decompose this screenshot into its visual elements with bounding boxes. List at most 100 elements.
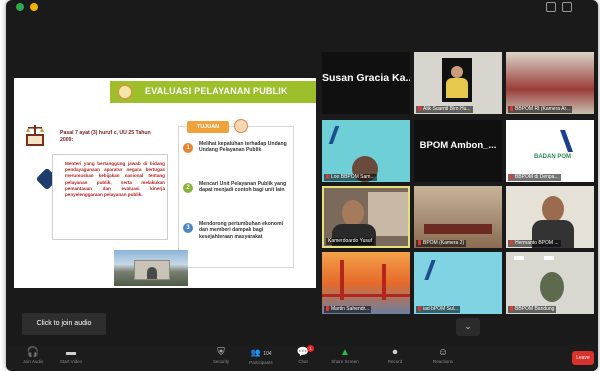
security-button[interactable]: ⛨ Security [204,347,238,371]
building-photo [114,250,188,286]
reactions-label: Reactions [432,359,453,364]
fullscreen-icon[interactable] [562,2,572,12]
share-screen-icon: ▲ [340,347,350,358]
participant-name: iad bPOM Sul... [416,306,461,313]
participant-name-text: Martin Sahendr... [331,306,370,312]
participant-name-text: BBPOM RI (Kamera Ar... [515,106,571,112]
chevron-down-icon[interactable]: ⌄ [456,318,480,336]
join-audio-label: Join Audio [22,359,44,364]
start-video-label: Start Video [59,359,83,364]
participant-name: Loo BBPOM Sam... [324,174,377,181]
tujuan-number: 3 [183,223,193,233]
participant-tile[interactable]: Loo BBPOM Sam... [322,120,410,182]
mic-muted-icon [418,240,421,246]
chat-label: Chat [298,359,308,364]
participant-tile[interactable]: BPOM (Kamera 2) [414,186,502,248]
participant-name-text: Hermanto BPOM ... [515,240,559,246]
tujuan-box: TUJUAN 1 Melihat kepatuhan terhadap Unda… [178,119,294,268]
participants-count: 104 [263,351,272,357]
participant-tile[interactable]: BBPOM RI (Kamera Ar... [506,52,594,114]
tujuan-number: 2 [183,183,193,193]
join-audio-popup[interactable]: Click to join audio [22,313,106,335]
participant-name-text: Kamerdoardo Yusuf [328,238,373,244]
shield-icon: ⛨ [217,347,225,358]
tujuan-text: Mendorong pertumbuhan ekonomi dan member… [199,221,284,240]
tujuan-label: TUJUAN [187,121,229,133]
lightbulb-icon [234,119,248,133]
mic-muted-icon [510,106,513,112]
headphones-icon: 🎧 [26,347,40,358]
participant-name-text: Alik Suarnti Biro Hu... [423,106,471,112]
mic-muted-icon [418,306,421,312]
slide-title: EVALUASI PELAYANAN PUBLIK [145,86,288,96]
top-bar [6,0,598,14]
participant-name: Kamerdoardo Yusuf [326,238,375,245]
mic-muted-icon [510,174,513,180]
participant-name: BBPOM di Denpa... [508,174,561,181]
participant-tile[interactable]: Susan Gracia Ka... [322,52,410,114]
shared-screen: EVALUASI PELAYANAN PUBLIK Pasal 7 ayat (… [14,78,316,288]
participants-button[interactable]: 👥 104 Participants [244,347,278,371]
law-book-icon [26,125,44,146]
pasal-heading-text: Pasal 7 ayat (3) huruf c, UU 25 Tahun 20… [60,130,151,143]
participant-name: Alik Suarnti Biro Hu... [416,106,473,113]
mic-muted-icon [326,174,329,180]
video-off-icon: ▬ [66,347,76,358]
participant-tile[interactable]: BADAN POM BBPOM di Denpa... [506,120,594,182]
participant-name: BPOM Ambon_... [419,140,497,151]
shield-icon[interactable] [30,3,38,11]
record-button[interactable]: ⏺ Record [378,347,412,371]
pasal-box: Menteri yang bertanggung jawab di bidang… [52,154,168,240]
info-icon[interactable] [16,3,24,11]
slide-header: EVALUASI PELAYANAN PUBLIK [110,81,316,103]
chat-badge: 1 [307,345,314,352]
participant-name-text: Loo BBPOM Sam... [331,174,375,180]
participant-name-text: BPOM (Kamera 2) [423,240,465,246]
record-icon: ⏺ [392,347,398,358]
smile-icon: ☺ [437,347,449,358]
tujuan-text: Melihat kepatuhan terhadap Undang Undang… [199,141,287,154]
leave-button[interactable]: Leave [572,351,594,365]
participant-tile[interactable]: Martin Sahendr... [322,252,410,314]
tujuan-item: 1 Melihat kepatuhan terhadap Undang Unda… [183,141,293,175]
meeting-toolbar: 🎧 Join Audio ▬ Start Video ⛨ Security 👥 … [6,345,598,371]
participant-tile[interactable]: Alik Suarnti Biro Hu... [414,52,502,114]
pasal-heading: Pasal 7 ayat (3) huruf c, UU 25 Tahun 20… [60,130,160,144]
participant-name: Susan Gracia Ka... [322,72,410,84]
join-audio-button[interactable]: 🎧 Join Audio [16,347,50,371]
participant-name-text: BBPOM di Denpa... [515,174,559,180]
start-video-button[interactable]: ▬ Start Video [54,347,88,371]
zoom-window: EVALUASI PELAYANAN PUBLIK Pasal 7 ayat (… [6,0,598,371]
participant-tile[interactable]: BBPOM Bandung [506,252,594,314]
participants-label: Participants [249,360,273,365]
participant-tile[interactable]: iad bPOM Sul... [414,252,502,314]
bpom-logo [117,84,133,100]
tujuan-text: Mencari Unit Pelayanan Publik yang dapat… [199,181,287,194]
participant-tile[interactable]: Hermanto BPOM ... [506,186,594,248]
participants-icon: 👥 104 [250,348,272,357]
mic-muted-icon [510,306,513,312]
participant-name: BBPOM RI (Kamera Ar... [508,106,573,113]
chat-button[interactable]: 💬 1 Chat [286,345,320,371]
participant-name: BPOM (Kamera 2) [416,240,467,247]
chat-icon: 💬 [296,347,310,358]
mic-muted-icon [418,106,421,112]
pasal-text: Menteri yang bertanggung jawab di bidang… [65,161,165,198]
badan-pom-logo: BADAN POM [534,154,571,160]
share-screen-button[interactable]: ▲ Share Screen [328,347,362,371]
security-label: Security [212,359,230,364]
tujuan-item: 2 Mencari Unit Pelayanan Publik yang dap… [183,181,293,215]
participant-tile-active-speaker[interactable]: Kamerdoardo Yusuf [322,186,410,248]
participant-name-text: BBPOM Bandung [515,306,555,312]
participant-tile[interactable]: BPOM Ambon_... [414,120,502,182]
reactions-button[interactable]: ☺ Reactions [426,347,460,371]
tujuan-number: 1 [183,143,193,153]
participant-name-text: iad bPOM Sul... [423,306,459,312]
view-icon[interactable] [546,2,556,12]
tujuan-item: 3 Mendorong pertumbuhan ekonomi dan memb… [183,221,293,261]
record-label: Record [387,359,403,364]
mic-muted-icon [510,240,513,246]
participant-name: Hermanto BPOM ... [508,240,561,247]
share-screen-label: Share Screen [331,359,359,364]
participant-name: Martin Sahendr... [324,306,372,313]
